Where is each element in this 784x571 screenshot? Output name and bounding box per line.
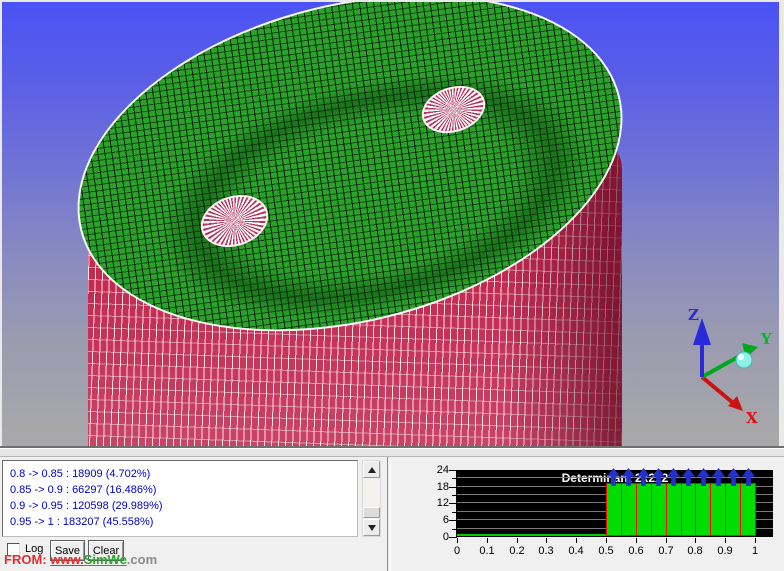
y-axis-minor-tick [452, 478, 456, 479]
x-axis-tick-label: 0.7 [651, 545, 681, 557]
histogram-bar [740, 483, 756, 536]
x-axis-tick [725, 538, 726, 543]
y-axis-tick-label: 12 [423, 497, 449, 509]
y-axis-sphere [736, 352, 752, 368]
histogram-bar [725, 483, 741, 536]
3d-viewport[interactable]: Z Y X [2, 2, 779, 446]
watermark-simwe: SimWe [84, 552, 127, 567]
x-axis-tick [487, 538, 488, 543]
histogram-bar [695, 483, 711, 536]
mesh-quality-window: Z Y X 0.8 -> 0.85 : 18909 (4.702%)0.85 -… [0, 0, 784, 571]
x-axis-tick [606, 538, 607, 543]
histogram-bar [606, 483, 622, 536]
histogram-bar [651, 483, 667, 536]
y-axis-minor-tick [452, 529, 456, 530]
y-axis-tick-label: 18 [423, 481, 449, 493]
log-line: 0.85 -> 0.9 : 66297 (16.486%) [10, 482, 357, 498]
x-axis-label: X [746, 409, 758, 427]
log-scrollbar[interactable] [362, 460, 381, 537]
x-axis-tick [695, 538, 696, 543]
watermark-from: FROM: [4, 552, 50, 567]
histogram-bar [636, 483, 652, 536]
y-axis-tick [449, 503, 456, 504]
y-axis-tick [449, 520, 456, 521]
x-axis-tick [517, 538, 518, 543]
watermark-www: www. [50, 552, 83, 567]
x-axis-tick [666, 538, 667, 543]
scroll-up-icon [368, 467, 376, 473]
y-axis-tick [449, 470, 456, 471]
watermark-com: .com [127, 552, 157, 567]
horizontal-splitter[interactable] [0, 446, 784, 457]
histogram-plot[interactable]: Determinant 2x2x2 Min 0.5 Max 0.999 [457, 470, 773, 537]
x-axis-tick-label: 0.9 [710, 545, 740, 557]
scroll-up-button[interactable] [363, 461, 380, 478]
x-axis-tick-label: 0.6 [621, 545, 651, 557]
x-axis-tick-label: 0.1 [472, 545, 502, 557]
log-line: 0.9 -> 0.95 : 120598 (29.989%) [10, 498, 357, 514]
histogram-bar [621, 483, 637, 536]
x-axis-tick [636, 538, 637, 543]
log-line: 0.8 -> 0.85 : 18909 (4.702%) [10, 466, 357, 482]
y-axis-sphere-highlight [738, 354, 744, 360]
watermark: FROM: www.SimWe.com [4, 552, 157, 567]
y-axis-tick-label: 6 [423, 514, 449, 526]
x-axis-tick [576, 538, 577, 543]
x-axis-tick-label: 0.8 [680, 545, 710, 557]
histogram-bar [710, 483, 726, 536]
axis-triad: Z Y X [660, 300, 779, 428]
scroll-down-button[interactable] [363, 519, 380, 536]
x-axis-tick [755, 538, 756, 543]
x-axis-tick-label: 0.4 [561, 545, 591, 557]
scrollbar-thumb[interactable] [363, 507, 380, 518]
y-axis-minor-tick [452, 495, 456, 496]
z-axis-label: Z [688, 306, 699, 324]
scroll-down-icon [368, 525, 376, 531]
x-axis-tick [546, 538, 547, 543]
y-axis-tick [449, 487, 456, 488]
histogram-panel: Determinant 2x2x2 Min 0.5 Max 0.999 0612… [395, 457, 784, 571]
histogram-bar [681, 483, 696, 536]
x-axis-tick-label: 1 [740, 545, 770, 557]
y-axis-minor-tick [452, 512, 456, 513]
y-axis-tick [449, 537, 456, 538]
histogram-bar [666, 483, 682, 536]
x-axis-tick-label: 0.2 [502, 545, 532, 557]
x-axis-tick-label: 0.3 [531, 545, 561, 557]
x-axis-tick [457, 538, 458, 543]
panel-divider [387, 457, 391, 571]
y-axis-tick-label: 0 [423, 531, 449, 543]
log-line: 0.95 -> 1 : 183207 (45.558%) [10, 514, 357, 530]
y-axis-tick-label: 24 [423, 464, 449, 476]
x-axis-tick-label: 0 [442, 545, 472, 557]
message-log-box[interactable]: 0.8 -> 0.85 : 18909 (4.702%)0.85 -> 0.9 … [2, 460, 358, 537]
x-axis-arrow [702, 377, 732, 402]
y-axis-label: Y [760, 330, 772, 348]
bottom-panel: 0.8 -> 0.85 : 18909 (4.702%)0.85 -> 0.9 … [0, 457, 784, 571]
x-axis-tick-label: 0.5 [591, 545, 621, 557]
